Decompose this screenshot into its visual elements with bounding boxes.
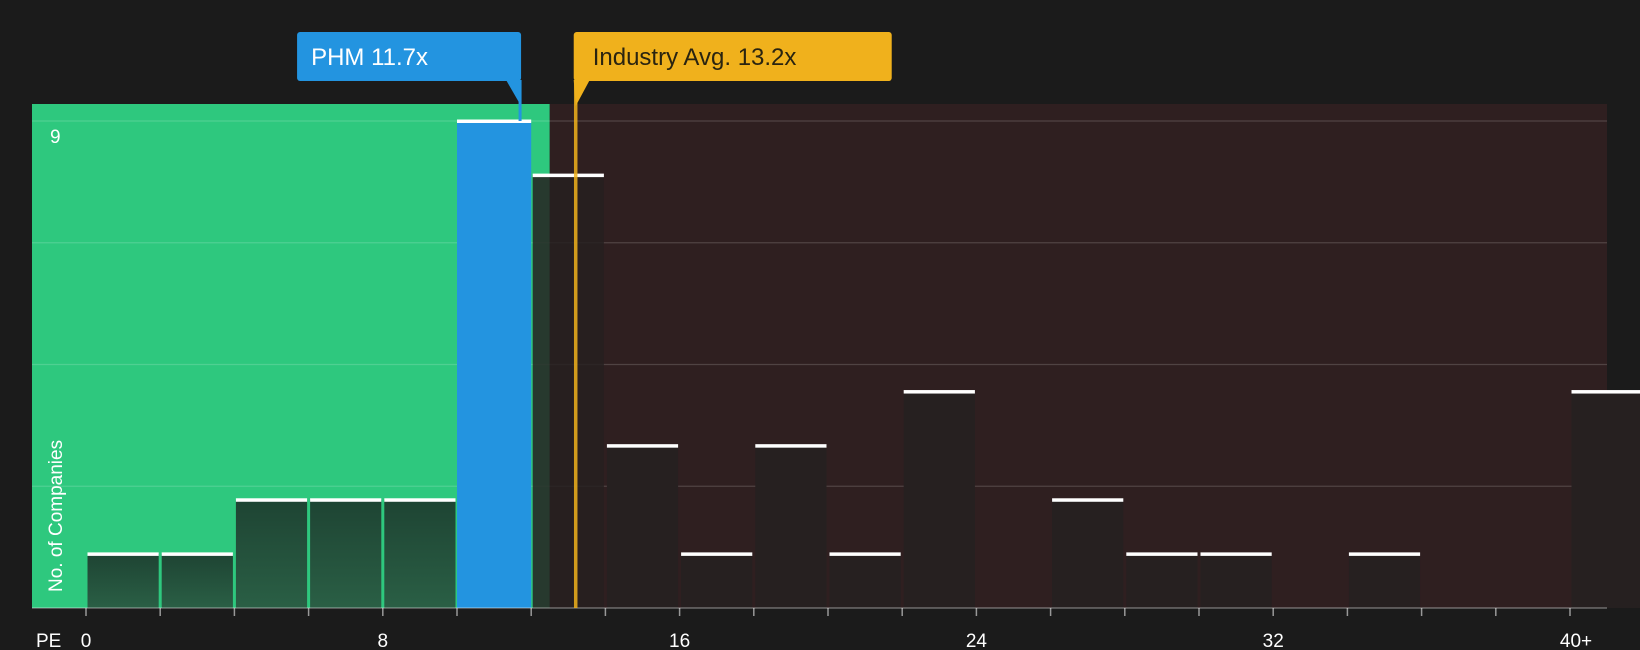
histogram-bar — [161, 553, 233, 608]
y-tick-label: 9 — [50, 127, 61, 148]
x-tick-label: 8 — [378, 631, 389, 650]
histogram-bar — [87, 553, 159, 608]
x-tick-label: 32 — [1263, 631, 1284, 650]
chart-canvas: 9 PE No. of Companies 0 8 16 24 32 40+ I… — [32, 32, 1640, 650]
bar-cap — [606, 444, 679, 448]
industry-callout-pointer — [573, 80, 590, 106]
bar-cap — [829, 552, 901, 556]
histogram-bar — [235, 499, 308, 608]
histogram-bar — [755, 445, 827, 608]
x-tick-label: 40+ — [1560, 631, 1592, 650]
x-tick-label: 24 — [966, 631, 988, 650]
industry-callout-label: Industry Avg. 13.2x — [593, 44, 797, 71]
bar-cap — [1200, 552, 1272, 556]
bar-cap — [681, 552, 753, 556]
bar-cap — [1126, 552, 1198, 556]
x-tick-label: 0 — [81, 631, 92, 650]
bar-cap — [87, 552, 159, 556]
histogram-bar — [903, 391, 975, 608]
x-tick-label: 16 — [669, 631, 690, 650]
histogram-bar — [1200, 553, 1272, 608]
bar-cap — [310, 498, 382, 502]
bar-cap — [161, 552, 233, 556]
company-callout-label: PHM 11.7x — [311, 44, 428, 71]
pe-distribution-chart: 9 PE No. of Companies 0 8 16 24 32 40+ I… — [0, 0, 1640, 650]
bar-cap — [384, 498, 456, 502]
x-axis-ticks — [85, 608, 1571, 616]
histogram-bar — [384, 499, 456, 608]
histogram-bar — [532, 175, 604, 608]
histogram-bar — [1571, 391, 1640, 608]
histogram-bar — [1126, 553, 1198, 608]
bar-cap — [1052, 498, 1124, 502]
histogram-bar — [310, 499, 382, 608]
histogram-bar — [1348, 553, 1421, 608]
bar-cap — [1571, 390, 1640, 394]
x-axis-title: PE — [36, 631, 61, 650]
histogram-bar — [829, 553, 901, 608]
histogram-bar — [606, 445, 679, 608]
bar-cap — [903, 390, 975, 394]
bar-cap — [532, 173, 604, 178]
bar-cap — [235, 498, 308, 502]
histogram-bar — [681, 553, 753, 608]
bar-cap — [1348, 552, 1421, 556]
histogram-bar — [457, 121, 532, 608]
bar-cap — [755, 444, 827, 448]
histogram-bar — [1052, 499, 1124, 608]
y-axis-title: No. of Companies — [46, 440, 67, 592]
company-callout-pointer — [506, 80, 522, 106]
